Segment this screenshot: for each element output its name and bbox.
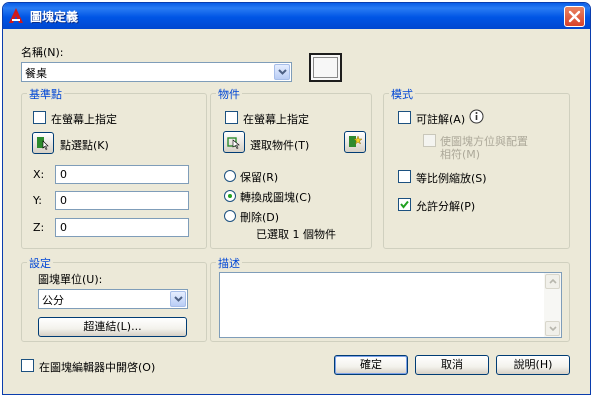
close-button[interactable] [564,6,585,27]
select-objects-icon [227,137,240,149]
block-unit-label: 圖塊單位(U): [38,273,103,286]
pick-point-label: 點選點(K) [60,139,109,152]
chevron-down-icon [278,69,287,75]
match-orientation-label-line2: 相符(M) [440,148,481,161]
block-unit-dropdown-button[interactable] [170,291,186,307]
behavior-title: 模式 [389,86,415,102]
y-input[interactable]: 0 [55,191,189,210]
base-point-title: 基準點 [27,86,64,102]
select-objects-label: 選取物件(T) [250,139,310,152]
scroll-up-button[interactable] [545,274,560,289]
chevron-down-icon [174,296,183,302]
convert-to-block-label: 轉換成圖塊(C) [240,191,312,204]
open-in-editor-checkbox[interactable] [21,359,34,372]
retain-radio[interactable] [224,170,236,182]
convert-to-block-radio[interactable] [224,190,236,202]
quick-select-button[interactable] [344,131,366,153]
help-button[interactable]: 說明(H) [496,355,570,375]
scale-uniformly-checkbox[interactable] [398,170,411,183]
x-input[interactable]: 0 [55,165,189,184]
match-orientation-checkbox[interactable] [423,134,436,147]
description-scrollbar[interactable] [544,273,561,337]
block-preview [309,53,342,82]
checkmark-icon [400,200,409,209]
z-label: Z: [33,221,45,234]
name-dropdown-button[interactable] [274,64,290,80]
block-unit-value: 公分 [42,294,64,307]
name-label: 名稱(N): [21,46,64,59]
z-input[interactable]: 0 [55,218,189,237]
info-icon[interactable] [469,109,484,124]
description-title: 描述 [216,255,242,271]
objects-title: 物件 [216,86,242,102]
block-unit-select[interactable]: 公分 [38,289,188,309]
window-title: 圖塊定義 [30,10,79,24]
objects-specify-on-screen-label: 在螢幕上指定 [243,113,309,126]
block-definition-dialog: 圖塊定義 名稱(N): 餐桌 基準點 在螢幕上指定 點選點(K) X: 0 Y:… [2,2,591,395]
hyperlink-button[interactable]: 超連結(L)... [38,317,187,337]
y-label: Y: [33,194,42,207]
ok-button[interactable]: 確定 [334,355,408,375]
open-in-editor-label: 在圖塊編輯器中開啓(O) [39,361,156,374]
selected-objects-status: 已選取 1 個物件 [256,228,336,241]
delete-label: 刪除(D) [240,211,280,224]
delete-radio[interactable] [224,210,236,222]
objects-specify-on-screen-checkbox[interactable] [225,111,238,124]
scale-uniformly-label: 等比例縮放(S) [416,172,487,185]
pick-point-button[interactable] [32,132,54,154]
x-label: X: [33,168,45,181]
retain-label: 保留(R) [240,171,279,184]
description-textarea[interactable] [219,272,562,338]
base-specify-on-screen-checkbox[interactable] [33,111,46,124]
chevron-up-icon [549,279,557,284]
name-select[interactable]: 餐桌 [21,62,292,82]
autocad-logo-icon [9,8,23,23]
annotative-checkbox[interactable] [398,111,411,124]
cancel-button[interactable]: 取消 [415,355,489,375]
annotative-label: 可註解(A) [416,113,466,126]
allow-exploding-label: 允許分解(P) [416,200,476,213]
close-icon [568,10,581,23]
pick-point-icon [37,137,49,150]
scroll-down-button[interactable] [545,321,560,336]
select-objects-button[interactable] [223,131,245,153]
base-specify-on-screen-label: 在螢幕上指定 [51,113,117,126]
allow-exploding-checkbox[interactable] [398,198,411,211]
title-bar[interactable]: 圖塊定義 [3,3,590,29]
quick-select-icon [349,135,362,147]
name-value: 餐桌 [25,67,47,80]
chevron-down-icon [549,326,557,331]
settings-title: 設定 [27,255,53,271]
